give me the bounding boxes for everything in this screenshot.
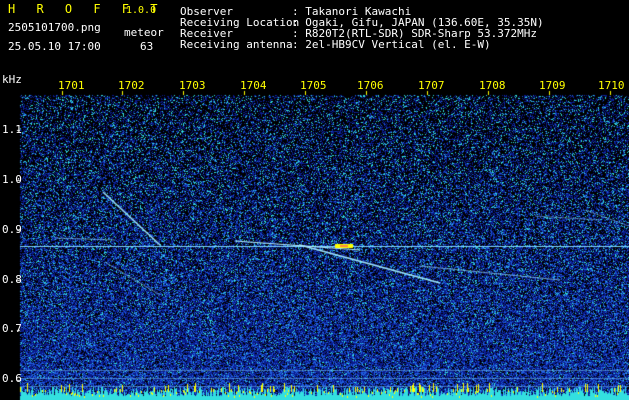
spectrogram-plot: [0, 0, 629, 400]
y-tick-label: 0.9: [2, 223, 22, 236]
detector-count: 63: [140, 40, 154, 53]
y-tick-label: 0.8: [2, 273, 22, 286]
x-tick-label: 1701: [58, 79, 85, 92]
x-tick-label: 1709: [539, 79, 566, 92]
x-tick-label: 1707: [418, 79, 445, 92]
file-name: 2505101700.png: [8, 21, 101, 34]
y-tick-label: 1.0: [2, 173, 22, 186]
x-tick-label: 1705: [300, 79, 327, 92]
y-tick-label: 0.7: [2, 322, 22, 335]
x-tick-label: 1710: [598, 79, 625, 92]
y-tick-label: 1.1: [2, 123, 22, 136]
y-axis-unit: kHz: [2, 73, 22, 86]
x-tick-label: 1706: [357, 79, 384, 92]
x-tick-label: 1704: [240, 79, 267, 92]
x-tick-label: 1702: [118, 79, 145, 92]
info-value-antenna: : 2el-HB9CV Vertical (el. E-W): [292, 38, 491, 51]
version-label: 1.0.0: [126, 5, 157, 16]
info-label-antenna: Receiving antenna: [180, 38, 293, 51]
datetime: 25.05.10 17:00: [8, 40, 101, 53]
x-tick-label: 1703: [179, 79, 206, 92]
detector-label: meteor: [124, 26, 164, 39]
y-tick-label: 0.6: [2, 372, 22, 385]
x-tick-label: 1708: [479, 79, 506, 92]
